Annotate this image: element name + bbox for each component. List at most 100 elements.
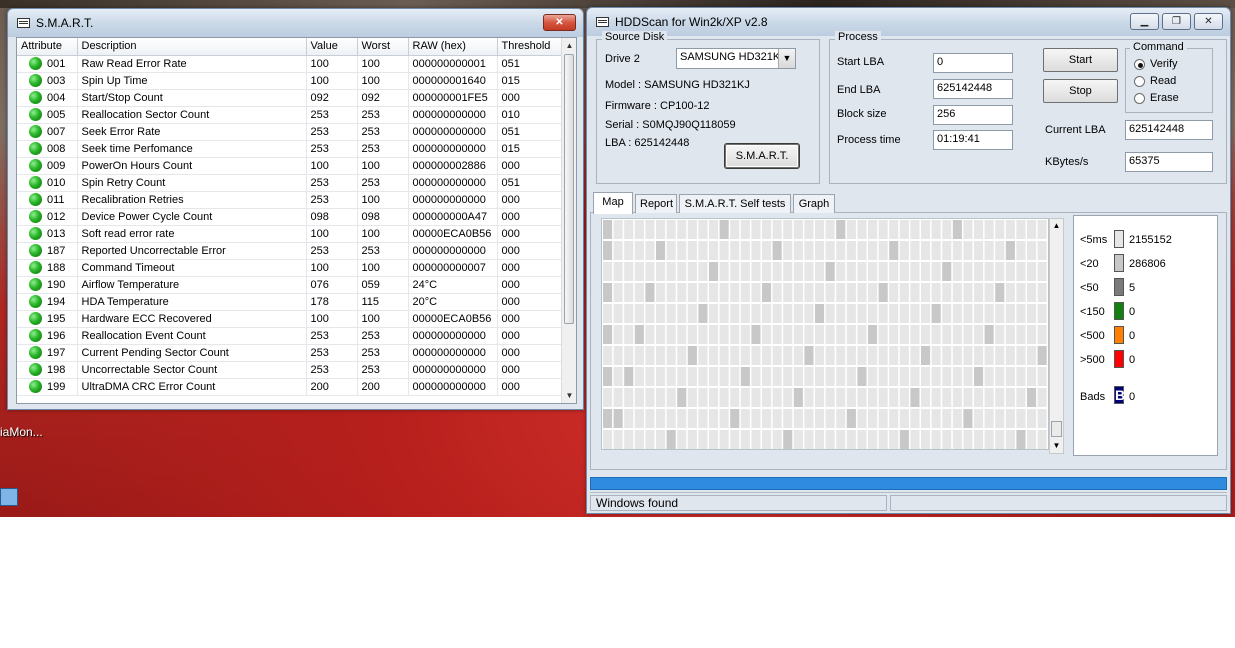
table-row[interactable]: 188 Command Timeout 100 100 000000000007 000 bbox=[17, 259, 564, 277]
map-block bbox=[793, 346, 803, 365]
verify-label[interactable]: Verify bbox=[1150, 58, 1178, 70]
table-row[interactable]: 012 Device Power Cycle Count 098 098 0000000… bbox=[17, 208, 564, 226]
map-block bbox=[899, 304, 909, 323]
map-block bbox=[751, 241, 761, 260]
chevron-down-icon[interactable]: ▼ bbox=[778, 49, 795, 68]
desktop-icon-label[interactable]: iaMon... bbox=[0, 425, 43, 439]
map-block bbox=[783, 304, 793, 323]
column-header[interactable]: Threshold bbox=[497, 38, 564, 56]
map-vertical-scrollbar[interactable]: ▲ ▼ bbox=[1049, 218, 1064, 454]
table-row[interactable]: 010 Spin Retry Count 253 253 000000000000 051 bbox=[17, 174, 564, 192]
scroll-up-arrow-icon[interactable]: ▲ bbox=[562, 38, 576, 53]
scroll-up-arrow-icon[interactable]: ▲ bbox=[1050, 219, 1063, 233]
stop-button[interactable]: Stop bbox=[1043, 79, 1118, 103]
scroll-thumb[interactable] bbox=[564, 54, 574, 324]
attribute-id: 003 bbox=[47, 75, 66, 87]
firmware-text: Firmware : CP100-12 bbox=[605, 100, 710, 112]
map-block bbox=[730, 346, 740, 365]
legend-swatch bbox=[1114, 302, 1124, 320]
table-row[interactable]: 197 Current Pending Sector Count 253 253 000… bbox=[17, 344, 564, 362]
map-block bbox=[677, 283, 687, 302]
desc-cell: Reallocation Sector Count bbox=[77, 106, 307, 124]
hddscan-titlebar[interactable]: HDDScan for Win2k/XP v2.8 ▁ ❐ ✕ bbox=[587, 8, 1230, 36]
raw-cell: 000000001640 bbox=[408, 72, 498, 90]
threshold-cell: 000 bbox=[497, 259, 564, 277]
map-block bbox=[995, 241, 1005, 260]
map-block bbox=[698, 346, 708, 365]
map-block bbox=[1005, 367, 1015, 386]
tab-graph[interactable]: Graph bbox=[793, 194, 835, 213]
map-block bbox=[1016, 430, 1026, 449]
scroll-down-arrow-icon[interactable]: ▼ bbox=[1050, 439, 1063, 453]
desktop-shortcut-icon[interactable] bbox=[0, 488, 18, 506]
map-block bbox=[730, 241, 740, 260]
table-row[interactable]: 198 Uncorrectable Sector Count 253 253 00000… bbox=[17, 361, 564, 379]
maximize-button[interactable]: ❐ bbox=[1162, 13, 1191, 30]
tab-map[interactable]: Map bbox=[593, 192, 633, 214]
start-lba-input[interactable]: 0 bbox=[933, 53, 1013, 73]
map-block bbox=[984, 388, 994, 407]
table-row[interactable]: 009 PowerOn Hours Count 100 100 000000002886… bbox=[17, 157, 564, 175]
table-row[interactable]: 003 Spin Up Time 100 100 000000001640 015 bbox=[17, 72, 564, 90]
column-header[interactable]: Worst bbox=[357, 38, 409, 56]
value-cell: 200 bbox=[306, 378, 358, 396]
table-row[interactable]: 011 Recalibration Retries 253 100 0000000000… bbox=[17, 191, 564, 209]
map-block bbox=[825, 283, 835, 302]
verify-radio[interactable] bbox=[1134, 59, 1145, 70]
column-header[interactable]: Attribute bbox=[17, 38, 78, 56]
map-block bbox=[751, 388, 761, 407]
smart-button[interactable]: S.M.A.R.T. bbox=[725, 144, 799, 168]
start-button[interactable]: Start bbox=[1043, 48, 1118, 72]
map-block bbox=[730, 388, 740, 407]
end-lba-input[interactable]: 625142448 bbox=[933, 79, 1013, 99]
map-block bbox=[613, 325, 623, 344]
map-block bbox=[719, 283, 729, 302]
smart-vertical-scrollbar[interactable]: ▲ ▼ bbox=[561, 38, 576, 403]
table-row[interactable]: 005 Reallocation Sector Count 253 253 000000… bbox=[17, 106, 564, 124]
map-block bbox=[709, 262, 719, 281]
close-button[interactable]: ✕ bbox=[543, 14, 576, 31]
erase-label[interactable]: Erase bbox=[1150, 92, 1179, 104]
map-block bbox=[783, 283, 793, 302]
erase-radio[interactable] bbox=[1134, 93, 1145, 104]
map-block bbox=[656, 430, 666, 449]
column-header[interactable]: Value bbox=[306, 38, 358, 56]
tab-report[interactable]: Report bbox=[635, 194, 677, 213]
map-block bbox=[910, 346, 920, 365]
read-radio[interactable] bbox=[1134, 76, 1145, 87]
column-header[interactable]: RAW (hex) bbox=[408, 38, 498, 56]
drive-select[interactable]: SAMSUNG HD321K ▼ bbox=[676, 48, 796, 69]
column-header[interactable]: Description bbox=[77, 38, 307, 56]
table-row[interactable]: 013 Soft read error rate 100 100 00000ECA0B5… bbox=[17, 225, 564, 243]
block-size-input[interactable]: 256 bbox=[933, 105, 1013, 125]
table-row[interactable]: 199 UltraDMA CRC Error Count 200 200 0000000… bbox=[17, 378, 564, 396]
table-row[interactable]: 008 Seek time Perfomance 253 253 00000000000… bbox=[17, 140, 564, 158]
read-label[interactable]: Read bbox=[1150, 75, 1176, 87]
close-button[interactable]: ✕ bbox=[1194, 13, 1223, 30]
minimize-button[interactable]: ▁ bbox=[1130, 13, 1159, 30]
map-block bbox=[687, 220, 697, 239]
table-row[interactable]: 190 Airflow Temperature 076 059 24°C 000 bbox=[17, 276, 564, 294]
table-row[interactable]: 196 Reallocation Event Count 253 253 0000000… bbox=[17, 327, 564, 345]
table-row[interactable]: 004 Start/Stop Count 092 092 000000001FE5 000 bbox=[17, 89, 564, 107]
map-block bbox=[656, 283, 666, 302]
map-block bbox=[815, 220, 825, 239]
table-row[interactable]: 007 Seek Error Rate 253 253 000000000000 051 bbox=[17, 123, 564, 141]
table-row[interactable]: 187 Reported Uncorrectable Error 253 253 000… bbox=[17, 242, 564, 260]
attribute-cell: 199 bbox=[17, 378, 78, 396]
map-block bbox=[857, 409, 867, 428]
map-block bbox=[698, 409, 708, 428]
tab-smart-self-tests[interactable]: S.M.A.R.T. Self tests bbox=[679, 194, 791, 213]
map-block bbox=[1037, 409, 1047, 428]
map-block bbox=[613, 346, 623, 365]
table-row[interactable]: 001 Raw Read Error Rate 100 100 000000000001… bbox=[17, 55, 564, 73]
scroll-down-arrow-icon[interactable]: ▼ bbox=[562, 388, 576, 403]
table-row[interactable]: 194 HDA Temperature 178 115 20°C 000 bbox=[17, 293, 564, 311]
attribute-id: 195 bbox=[47, 313, 66, 325]
scroll-thumb[interactable] bbox=[1051, 421, 1062, 437]
table-row[interactable]: 195 Hardware ECC Recovered 100 100 00000ECA0… bbox=[17, 310, 564, 328]
smart-titlebar[interactable]: S.M.A.R.T. ✕ bbox=[8, 9, 583, 37]
current-lba-label: Current LBA bbox=[1045, 124, 1106, 136]
map-block bbox=[1027, 262, 1037, 281]
map-block bbox=[656, 325, 666, 344]
